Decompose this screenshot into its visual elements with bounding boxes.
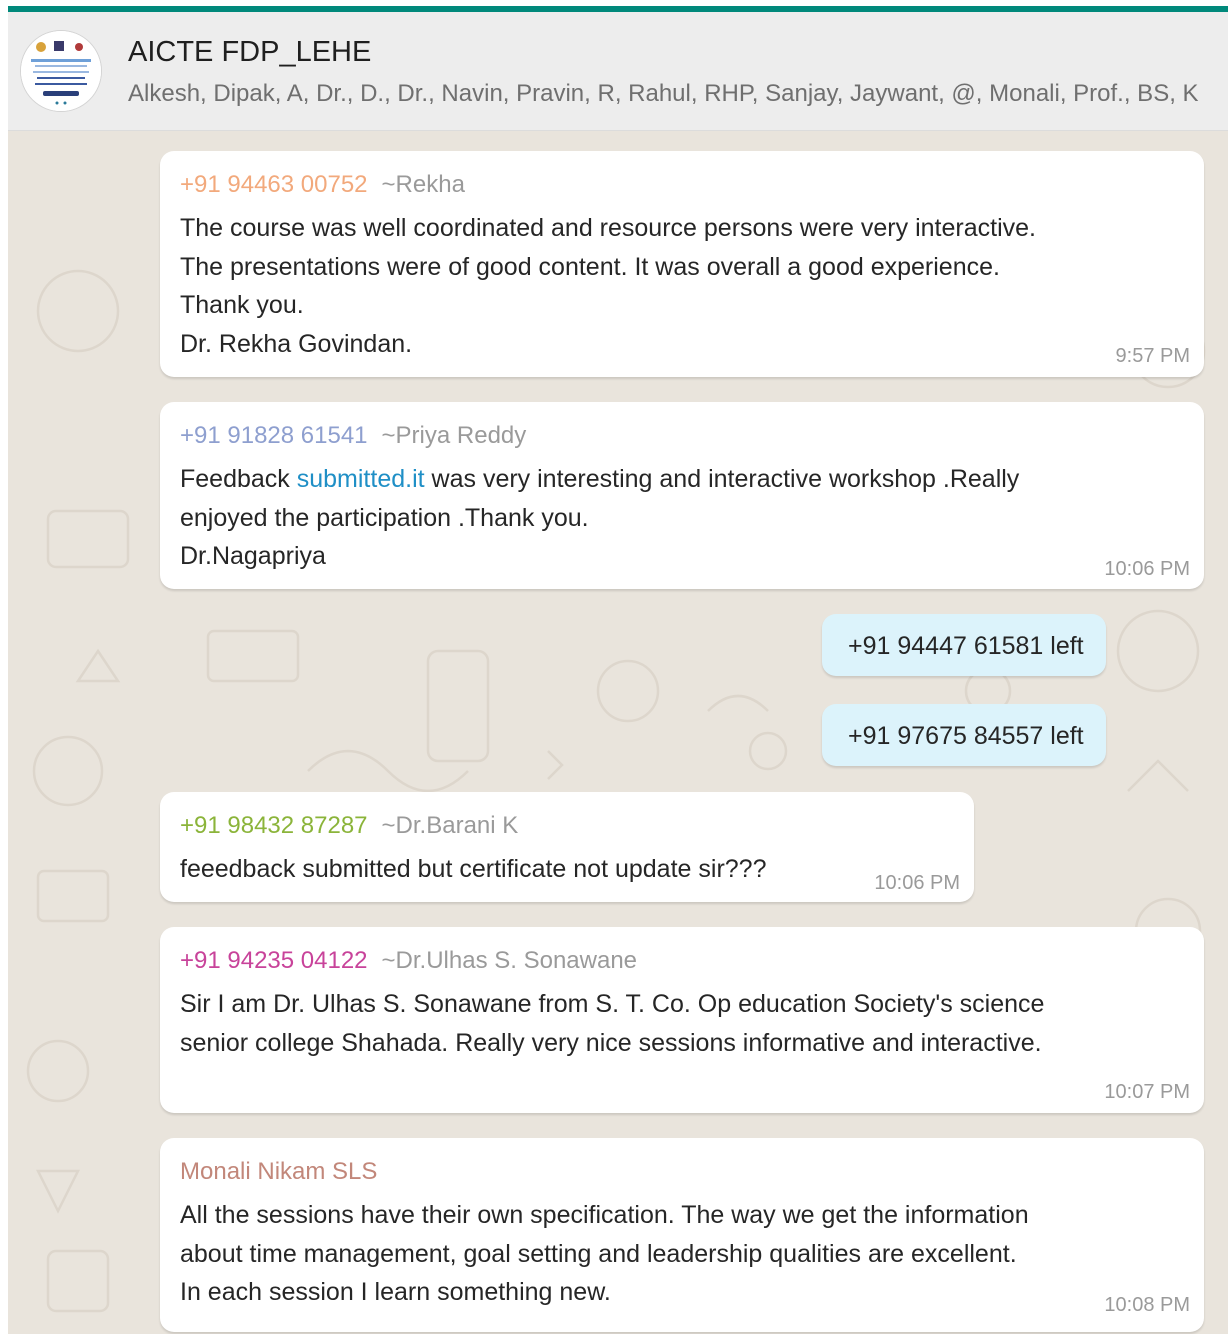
message-text: All the sessions have their own specific… bbox=[180, 1196, 1029, 1312]
message-bubble[interactable]: +91 94235 04122 ~Dr.Ulhas S. Sonawane Sir… bbox=[160, 927, 1204, 1113]
message-text: Feedback submitted.it was very interesti… bbox=[180, 460, 1019, 576]
sender-number[interactable]: +91 98432 87287 bbox=[180, 812, 368, 839]
message-text: feeedback submitted but certificate not … bbox=[180, 850, 766, 889]
sender-name[interactable]: Monali Nikam SLS bbox=[180, 1158, 377, 1185]
message-time: 10:08 PM bbox=[1104, 1294, 1190, 1316]
message-time: 10:06 PM bbox=[874, 872, 960, 894]
group-avatar[interactable] bbox=[20, 30, 102, 112]
message-time: 9:57 PM bbox=[1115, 345, 1190, 367]
message-sender[interactable]: +91 94235 04122 ~Dr.Ulhas S. Sonawane bbox=[180, 947, 637, 975]
text-part: was very interesting and interactive wor… bbox=[424, 465, 1020, 493]
message-text: The course was well coordinated and reso… bbox=[180, 209, 1036, 363]
text-line: All the sessions have their own specific… bbox=[180, 1201, 1029, 1229]
message-bubble[interactable]: +91 98432 87287 ~Dr.Barani K feeedback su… bbox=[160, 792, 974, 902]
text-line: In each session I learn something new. bbox=[180, 1278, 611, 1306]
sender-number[interactable]: +91 91828 61541 bbox=[180, 422, 368, 449]
top-bar bbox=[0, 0, 1228, 12]
message-sender[interactable]: +91 91828 61541 ~Priya Reddy bbox=[180, 422, 526, 450]
message-bubble[interactable]: +91 91828 61541 ~Priya Reddy Feedback sub… bbox=[160, 402, 1204, 589]
sender-number[interactable]: +91 94235 04122 bbox=[180, 947, 368, 974]
message-bubble[interactable]: +91 94463 00752 ~Rekha The course was wel… bbox=[160, 151, 1204, 377]
sender-alias: ~Dr.Barani K bbox=[381, 812, 519, 839]
participants-list[interactable]: Alkesh, Dipak, A, Dr., D., Dr., Navin, P… bbox=[128, 80, 1199, 108]
message-sender[interactable]: Monali Nikam SLS bbox=[180, 1158, 377, 1186]
text-line: enjoyed the participation .Thank you. bbox=[180, 503, 589, 532]
chat-header[interactable]: AICTE FDP_LEHE Alkesh, Dipak, A, Dr., D.… bbox=[8, 12, 1228, 131]
system-message: +91 94447 61581 left bbox=[822, 614, 1106, 676]
sender-alias: ~Priya Reddy bbox=[381, 422, 527, 449]
text-line: Dr.Nagapriya bbox=[180, 542, 326, 570]
sender-alias: ~Rekha bbox=[381, 171, 465, 198]
sender-number[interactable]: +91 94463 00752 bbox=[180, 171, 368, 198]
text-line: Sir I am Dr. Ulhas S. Sonawane from S. T… bbox=[180, 990, 1045, 1018]
message-text: Sir I am Dr. Ulhas S. Sonawane from S. T… bbox=[180, 985, 1044, 1062]
text-line: The course was well coordinated and reso… bbox=[180, 214, 1036, 242]
text-line: senior college Shahada. Really very nice… bbox=[180, 1028, 1042, 1057]
message-link[interactable]: submitted.it bbox=[297, 465, 425, 493]
sender-alias: ~Dr.Ulhas S. Sonawane bbox=[381, 947, 638, 974]
text-line: about time management, goal setting and … bbox=[180, 1239, 1017, 1268]
text-line: Feedback submitted.it was very interesti… bbox=[180, 460, 1019, 499]
text-line: Dr. Rekha Govindan. bbox=[180, 329, 413, 358]
chat-pane[interactable]: +91 94463 00752 ~Rekha The course was wel… bbox=[8, 131, 1228, 1334]
message-sender[interactable]: +91 98432 87287 ~Dr.Barani K bbox=[180, 812, 518, 840]
system-text: +91 97675 84557 left bbox=[848, 722, 1084, 750]
text-part: Feedback bbox=[180, 465, 297, 493]
text-line: feeedback submitted but certificate not … bbox=[180, 855, 767, 883]
message-sender[interactable]: +91 94463 00752 ~Rekha bbox=[180, 171, 465, 199]
message-bubble[interactable]: Monali Nikam SLS All the sessions have t… bbox=[160, 1138, 1204, 1332]
message-time: 10:07 PM bbox=[1104, 1081, 1190, 1103]
message-time: 10:06 PM bbox=[1104, 558, 1190, 580]
chat-title[interactable]: AICTE FDP_LEHE bbox=[128, 36, 371, 69]
group-logo-icon bbox=[21, 31, 101, 111]
text-line: Thank you. bbox=[180, 291, 304, 319]
text-line: The presentations were of good content. … bbox=[180, 252, 1000, 281]
system-message: +91 97675 84557 left bbox=[822, 704, 1106, 766]
system-text: +91 94447 61581 left bbox=[848, 632, 1084, 660]
